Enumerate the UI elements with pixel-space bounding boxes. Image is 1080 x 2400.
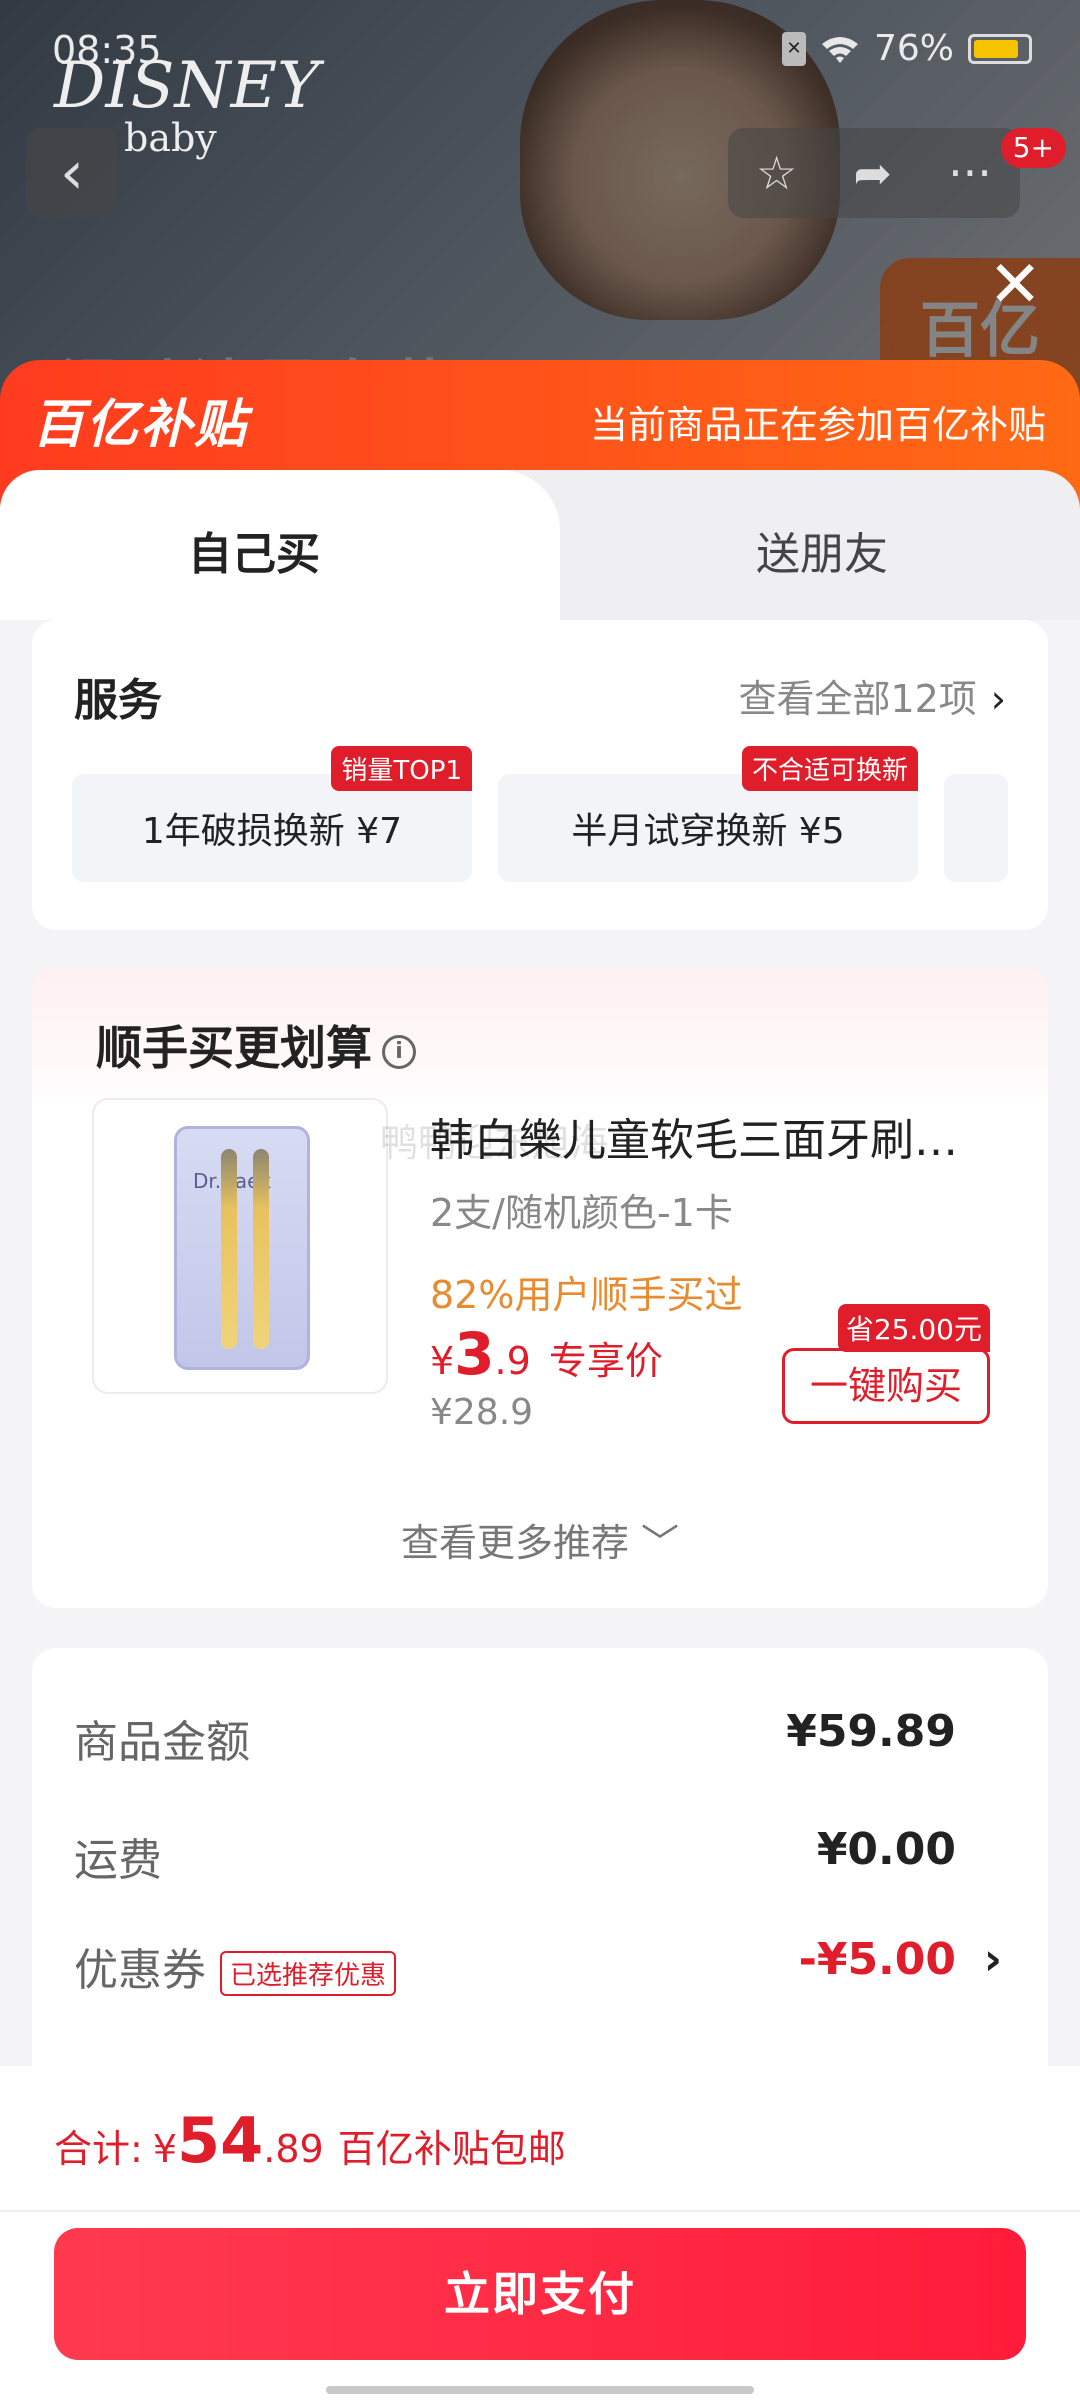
sim-icon: ✕ bbox=[781, 31, 806, 66]
service-chip-damage[interactable]: 1年破损换新 ¥7 销量TOP1 bbox=[72, 746, 472, 882]
more-recommendations[interactable]: 查看更多推荐 ﹀ bbox=[32, 1512, 1048, 1567]
total-int: 54 bbox=[177, 2104, 264, 2177]
battery-percent: 76% bbox=[873, 28, 954, 69]
summary-label: 优惠券 bbox=[74, 1945, 206, 1996]
chevron-right-icon: › bbox=[983, 1934, 1002, 1985]
more-recommendations-label: 查看更多推荐 bbox=[400, 1521, 629, 1565]
summary-value: ¥59.89 bbox=[786, 1706, 956, 1757]
summary-row-goods: 商品金额 ¥59.89 bbox=[74, 1706, 956, 1770]
service-title: 服务 bbox=[74, 675, 162, 726]
service-chip-more[interactable] bbox=[944, 774, 1008, 882]
checkout-content: 服务 查看全部12项 › 1年破损换新 ¥7 销量TOP1 半月试穿换新 ¥5 不… bbox=[0, 620, 1080, 2168]
chevron-left-icon: ‹ bbox=[60, 138, 84, 208]
wifi-icon bbox=[821, 36, 858, 63]
social-proof: 82%用户顺手买过 bbox=[430, 1273, 743, 1317]
info-icon[interactable]: i bbox=[382, 1034, 416, 1069]
chevron-down-icon: ﹀ bbox=[641, 1521, 680, 1565]
shipping-note: 百亿补贴包邮 bbox=[337, 2127, 566, 2171]
message-badge: 5+ bbox=[1000, 128, 1066, 168]
price-dec: .9 bbox=[494, 1339, 531, 1383]
subsidy-banner-text: 当前商品正在参加百亿补贴 bbox=[589, 403, 1046, 447]
tab-buy-for-self[interactable]: 自己买 bbox=[188, 518, 320, 582]
original-price: ¥28.9 bbox=[430, 1392, 534, 1433]
pay-now-button[interactable]: 立即支付 bbox=[54, 2228, 1026, 2360]
brand-line1: DISNEY bbox=[54, 49, 320, 123]
purchase-tabs: 自己买 送朋友 bbox=[0, 470, 1080, 630]
coupon-tag: 已选推荐优惠 bbox=[220, 1950, 397, 1996]
price-int: 3 bbox=[454, 1320, 495, 1388]
summary-row-coupon[interactable]: 优惠券 已选推荐优惠 -¥5.00 › bbox=[74, 1934, 1002, 1998]
price-currency: ¥ bbox=[430, 1339, 455, 1383]
chevron-right-icon: › bbox=[990, 677, 1006, 721]
share-icon[interactable]: ➦ bbox=[853, 146, 892, 200]
coupon-value: -¥5.00 bbox=[798, 1934, 956, 1985]
recommend-card: 顺手买更划算i Dr.Baek 韩白樂儿童软毛三面牙刷… 2支/随机颜色-1卡 … bbox=[32, 968, 1048, 1608]
toothbrush-shape bbox=[253, 1149, 269, 1349]
total-label: 合计: bbox=[54, 2127, 143, 2171]
service-chip-label: 1年破损换新 ¥7 bbox=[141, 811, 403, 852]
home-indicator[interactable] bbox=[326, 2386, 754, 2394]
product-spec: 2支/随机颜色-1卡 bbox=[430, 1191, 733, 1235]
toothbrush-pack-image: Dr.Baek bbox=[174, 1126, 310, 1370]
recommend-title-text: 顺手买更划算 bbox=[96, 1021, 372, 1075]
total-currency: ¥ bbox=[152, 2127, 177, 2171]
summary-label: 运费 bbox=[74, 1835, 162, 1886]
exclusive-price: ¥3.9 专享价 bbox=[430, 1320, 663, 1388]
total-dec: .89 bbox=[263, 2127, 324, 2171]
tab-gift-friend[interactable]: 送朋友 bbox=[756, 518, 888, 582]
top-action-group: ☆ ➦ ··· bbox=[728, 128, 1020, 218]
toothbrush-shape bbox=[221, 1149, 237, 1349]
service-chip-tag: 销量TOP1 bbox=[331, 746, 472, 791]
price-label: 专享价 bbox=[548, 1339, 663, 1383]
checkout-bar: 合计: ¥54.89 百亿补贴包邮 立即支付 bbox=[0, 2066, 1080, 2400]
service-chip-tag: 不合适可换新 bbox=[741, 746, 918, 791]
view-all-services[interactable]: 查看全部12项 › bbox=[738, 668, 1006, 723]
product-thumbnail[interactable]: Dr.Baek bbox=[92, 1098, 388, 1394]
close-icon[interactable]: ✕ bbox=[980, 250, 1050, 320]
service-card: 服务 查看全部12项 › 1年破损换新 ¥7 销量TOP1 半月试穿换新 ¥5 不… bbox=[32, 620, 1048, 930]
divider bbox=[0, 2210, 1080, 2212]
more-icon[interactable]: ··· bbox=[948, 146, 992, 200]
order-total: 合计: ¥54.89 百亿补贴包邮 bbox=[54, 2104, 566, 2177]
service-chip-trial[interactable]: 半月试穿换新 ¥5 不合适可换新 bbox=[498, 746, 918, 882]
recommend-title: 顺手买更划算 i bbox=[96, 1012, 416, 1078]
one-click-buy-button[interactable]: 一键购买 bbox=[782, 1348, 990, 1424]
back-button[interactable]: ‹ bbox=[26, 128, 118, 218]
save-amount-tag: 省25.00元 bbox=[837, 1304, 990, 1352]
battery-icon bbox=[968, 33, 1032, 64]
star-icon[interactable]: ☆ bbox=[756, 146, 797, 200]
summary-label: 商品金额 bbox=[74, 1717, 250, 1768]
watermark: 鸭鸭迎东旭海 bbox=[380, 1121, 609, 1165]
subsidy-logo: 百亿补贴 bbox=[32, 395, 249, 455]
summary-value: ¥0.00 bbox=[816, 1824, 956, 1875]
summary-row-shipping: 运费 ¥0.00 bbox=[74, 1824, 956, 1888]
view-all-label: 查看全部12项 bbox=[738, 677, 977, 721]
service-chip-label: 半月试穿换新 ¥5 bbox=[571, 811, 845, 852]
